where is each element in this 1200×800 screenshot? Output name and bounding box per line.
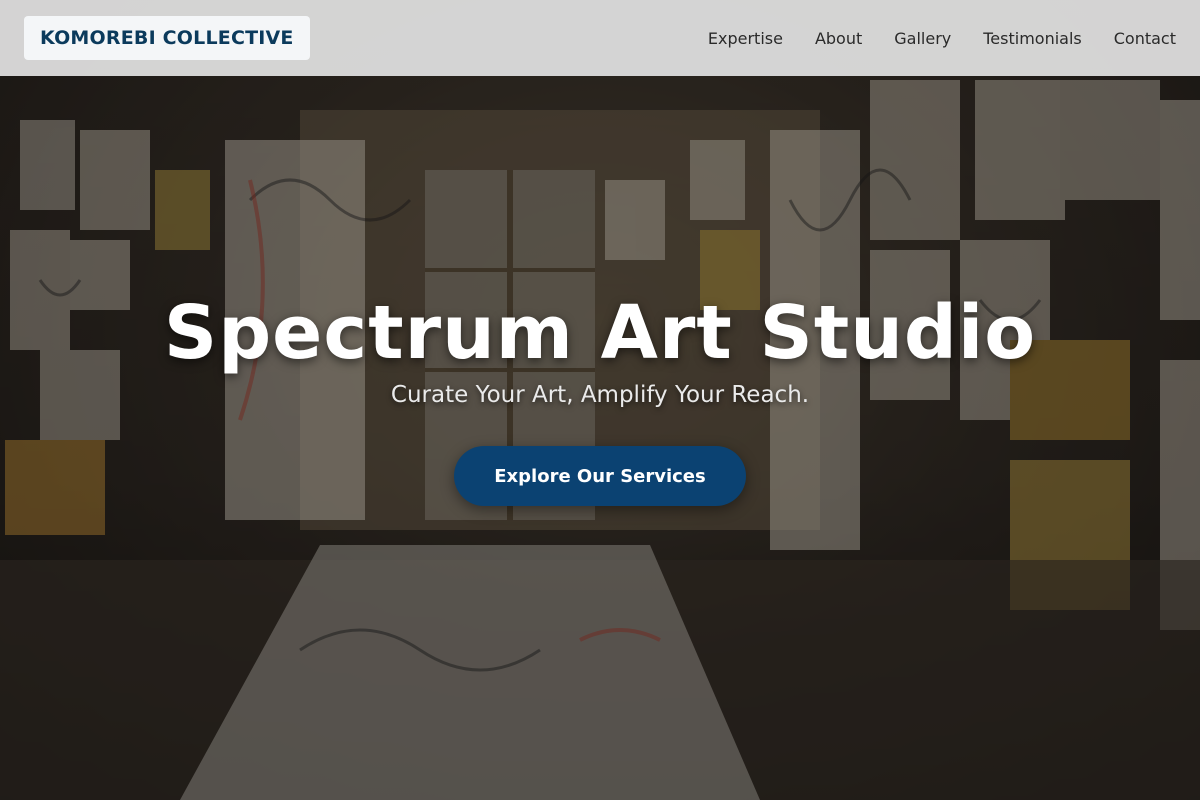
explore-services-button[interactable]: Explore Our Services [454, 446, 746, 506]
nav-link-about[interactable]: About [815, 29, 862, 48]
brand-logo[interactable]: KOMOREBI COLLECTIVE [24, 16, 310, 60]
nav-link-expertise[interactable]: Expertise [708, 29, 783, 48]
nav-link-testimonials[interactable]: Testimonials [983, 29, 1082, 48]
hero-title: Spectrum Art Studio [163, 290, 1037, 376]
hero-section: Spectrum Art Studio Curate Your Art, Amp… [0, 0, 1200, 800]
site-header: KOMOREBI COLLECTIVE Expertise About Gall… [0, 0, 1200, 76]
nav-link-gallery[interactable]: Gallery [894, 29, 951, 48]
nav-link-contact[interactable]: Contact [1114, 29, 1176, 48]
page: KOMOREBI COLLECTIVE Expertise About Gall… [0, 0, 1200, 800]
main-nav: Expertise About Gallery Testimonials Con… [708, 29, 1176, 48]
hero-subtitle: Curate Your Art, Amplify Your Reach. [390, 382, 810, 408]
